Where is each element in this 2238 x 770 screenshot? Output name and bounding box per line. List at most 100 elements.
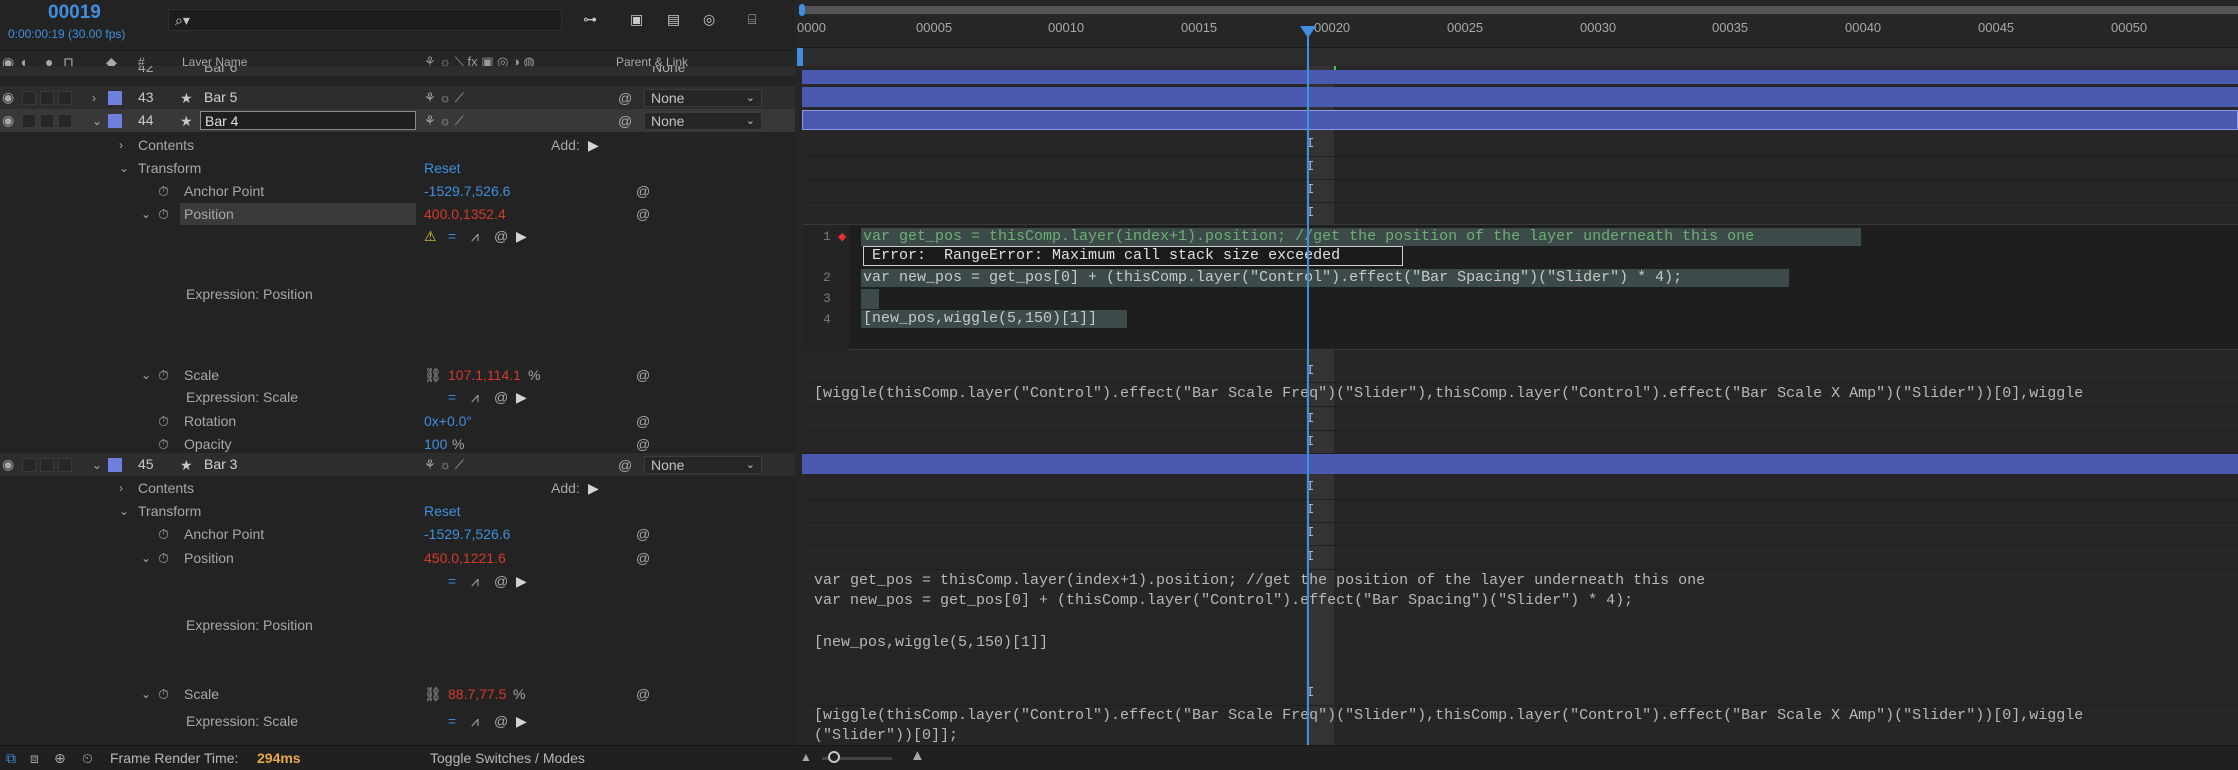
scale-value[interactable]: 88.7,77.5 (448, 683, 506, 706)
language-menu-icon[interactable]: ▶ (516, 574, 527, 588)
expression-enable-icon[interactable]: = (448, 390, 456, 404)
pickwhip-icon[interactable]: @ (494, 229, 508, 243)
layer-row[interactable]: 42 Bar 6 None (0, 66, 795, 76)
stopwatch-icon[interactable]: ⏱ (158, 687, 169, 701)
comp-mini-icon[interactable]: ⧉ (6, 751, 16, 765)
pickwhip-icon[interactable]: @ (494, 574, 508, 588)
layer-row[interactable]: ◉ › 43 ★ Bar 5 ⚘ ☼ ⟋ @ None ⌄ (0, 86, 795, 109)
zoom-in-mountain-icon[interactable]: ▲ (910, 748, 925, 763)
pickwhip-icon[interactable]: @ (636, 527, 650, 541)
bar3-scale-expression-2[interactable]: ("Slider"))[0]]; (814, 726, 958, 745)
pickwhip-icon[interactable]: @ (618, 458, 632, 472)
reset-link[interactable]: Reset (424, 157, 461, 180)
transfer-controls-icon[interactable]: ⊕ (54, 751, 66, 765)
label-color[interactable] (108, 458, 122, 472)
switches-icons[interactable]: ⚘ ☼ ⟋ (424, 109, 464, 132)
add-play-icon[interactable]: ▶ (588, 138, 599, 152)
stopwatch-icon[interactable]: ⏱ (158, 414, 169, 428)
graph-icon[interactable]: ⩘ (471, 229, 479, 243)
language-menu-icon[interactable]: ▶ (516, 714, 527, 728)
layer-switches-icon[interactable]: ⧈ (30, 751, 39, 765)
chevron-down-icon[interactable]: ⌄ (92, 458, 102, 472)
eye-icon[interactable]: ◉ (2, 113, 14, 127)
expression-enable-icon[interactable]: = (448, 574, 456, 588)
position-value[interactable]: 400.0,1352.4 (424, 203, 506, 226)
scale-expression-text[interactable]: [wiggle(thisComp.layer("Control").effect… (814, 384, 2083, 404)
eye-icon[interactable]: ◉ (2, 90, 14, 104)
layer-name-edit-field[interactable]: Bar 4 (200, 111, 416, 130)
lock-switch[interactable] (58, 114, 72, 128)
pickwhip-icon[interactable]: @ (494, 390, 508, 404)
comp-navigator[interactable] (799, 48, 2238, 66)
pickwhip-icon[interactable]: @ (636, 368, 650, 382)
constrain-link-icon[interactable]: ⛓ (424, 687, 442, 701)
motion-blur-icon[interactable]: ◎ (703, 12, 715, 26)
pickwhip-icon[interactable]: @ (636, 207, 650, 221)
graph-editor-icon[interactable]: ⌸ (748, 12, 756, 26)
layer-name[interactable]: Bar 3 (204, 453, 237, 476)
bar3-code-line-1[interactable]: var get_pos = thisComp.layer(index+1).po… (814, 571, 1705, 591)
layer-row[interactable]: ◉ ⌄ 45 ★ Bar 3 ⚘ ☼ ⟋ @ None ⌄ (0, 453, 795, 476)
eye-icon[interactable]: ◉ (2, 457, 14, 471)
composition-flowchart-icon[interactable]: ⊶ (583, 12, 597, 26)
chevron-down-icon[interactable]: ⌄ (92, 114, 102, 128)
graph-icon[interactable]: ⩘ (471, 574, 479, 588)
parent-dropdown[interactable]: None (652, 66, 685, 76)
pickwhip-icon[interactable]: @ (494, 714, 508, 728)
lock-switch[interactable] (58, 458, 72, 472)
chevron-down-icon[interactable]: ⌄ (119, 161, 129, 175)
search-input[interactable]: ⌕▾ (168, 9, 562, 31)
playhead-handle[interactable] (1300, 26, 1316, 38)
error-marker-icon[interactable]: ◆ (838, 230, 846, 244)
layer-track-bar[interactable] (802, 70, 2238, 84)
constrain-link-icon[interactable]: ⛓ (424, 368, 442, 382)
pickwhip-icon[interactable]: @ (618, 91, 632, 105)
chevron-right-icon[interactable]: › (119, 138, 123, 152)
chevron-right-icon[interactable]: › (92, 91, 96, 105)
stopwatch-icon[interactable]: ⏱ (158, 551, 169, 565)
stopwatch-icon[interactable]: ⏱ (158, 437, 169, 451)
stopwatch-icon[interactable]: ⏱ (158, 207, 169, 221)
contents-group[interactable]: Contents (138, 477, 194, 500)
bar3-code-line-2[interactable]: var new_pos = get_pos[0] + (thisComp.lay… (814, 591, 1633, 611)
audio-switch[interactable] (22, 458, 36, 472)
code-line-4[interactable]: [new_pos,wiggle(5,150)[1]] (863, 309, 1097, 329)
audio-switch[interactable] (22, 114, 36, 128)
pickwhip-icon[interactable]: @ (636, 687, 650, 701)
transform-group[interactable]: Transform (138, 157, 201, 180)
render-time-icon[interactable]: ⏲ (82, 751, 93, 765)
pickwhip-icon[interactable]: @ (636, 551, 650, 565)
layer-row[interactable]: ◉ ⌄ 44 ★ Bar 4 ⚘ ☼ ⟋ @ None ⌄ (0, 109, 795, 132)
work-area-start-handle[interactable] (799, 4, 805, 16)
solo-switch[interactable] (40, 458, 54, 472)
chevron-down-icon[interactable]: ⌄ (141, 687, 151, 701)
chevron-down-icon[interactable]: ⌄ (141, 551, 151, 565)
pickwhip-icon[interactable]: @ (636, 437, 650, 451)
label-color[interactable] (108, 114, 122, 128)
time-ruler[interactable] (799, 0, 2238, 48)
audio-switch[interactable] (22, 91, 36, 105)
chevron-down-icon[interactable]: ⌄ (141, 207, 151, 221)
code-line-2[interactable]: var new_pos = get_pos[0] + (thisComp.lay… (863, 268, 1682, 288)
add-play-icon[interactable]: ▶ (588, 481, 599, 495)
anchor-point-value[interactable]: -1529.7,526.6 (424, 523, 510, 546)
timecode[interactable]: 00019 (48, 2, 101, 24)
stopwatch-icon[interactable]: ⏱ (158, 527, 169, 541)
graph-icon[interactable]: ⩘ (471, 390, 479, 404)
layer-name[interactable]: Bar 5 (204, 86, 237, 109)
layer-track-bar[interactable] (802, 454, 2238, 474)
solo-switch[interactable] (40, 114, 54, 128)
contents-group[interactable]: Contents (138, 134, 194, 157)
warning-icon[interactable]: ⚠ (424, 229, 437, 243)
chevron-down-icon[interactable]: ⌄ (141, 368, 151, 382)
layer-track-bar[interactable] (802, 110, 2238, 130)
chevron-down-icon[interactable]: ⌄ (119, 504, 129, 518)
chevron-right-icon[interactable]: › (119, 481, 123, 495)
lock-switch[interactable] (58, 91, 72, 105)
scale-value[interactable]: 107.1,114.1 (448, 364, 521, 387)
expression-editor[interactable]: 1 ◆ 2 3 4 var get_pos = thisComp.layer(i… (803, 224, 2238, 351)
graph-icon[interactable]: ⩘ (471, 714, 479, 728)
parent-dropdown[interactable]: None ⌄ (644, 456, 762, 474)
zoom-slider-thumb[interactable] (828, 751, 840, 763)
position-value[interactable]: 450.0,1221.6 (424, 547, 506, 570)
